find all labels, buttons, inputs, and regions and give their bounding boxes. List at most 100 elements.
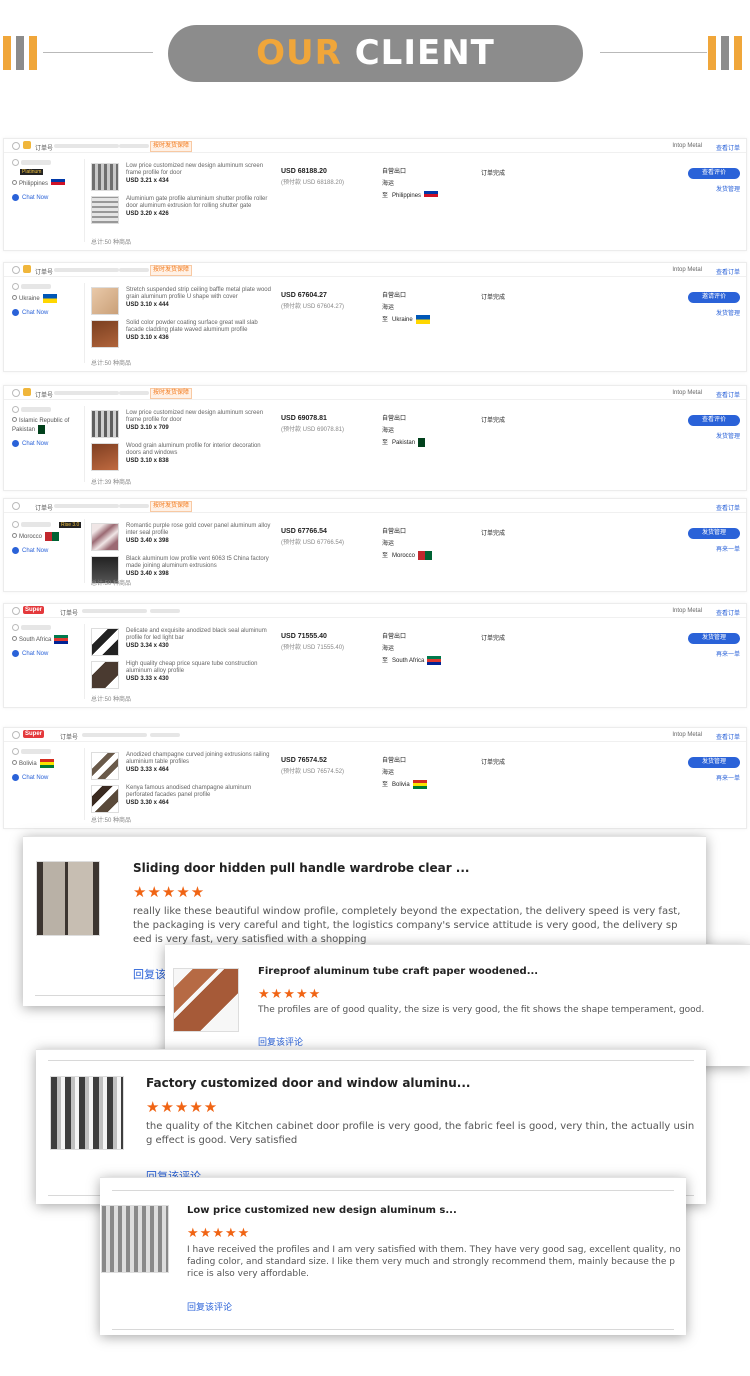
chat-now-link[interactable]: Chat Now	[12, 774, 82, 782]
primary-action-button[interactable]: 发货管理	[688, 528, 740, 539]
reply-review-link[interactable]: 回复该评论	[187, 1300, 232, 1313]
country-name: Bolivia	[19, 761, 37, 768]
order-status: 订单完成	[481, 418, 506, 424]
primary-action-button[interactable]: 发货管理	[688, 757, 740, 768]
select-order-checkbox[interactable]	[12, 266, 20, 274]
secondary-action-link[interactable]: 发货管理	[716, 184, 740, 193]
order-item: Solid color powder coating surface great…	[91, 320, 276, 350]
chat-now-link[interactable]: Chat Now	[12, 440, 82, 448]
review-product-image[interactable]	[173, 968, 239, 1032]
product-thumbnail[interactable]	[91, 287, 119, 315]
order-status: 订单完成	[481, 760, 506, 766]
shipping-method: 海运	[382, 428, 395, 434]
secondary-action-link[interactable]: 再来一单	[716, 649, 740, 658]
product-description[interactable]: Kenya famous anodised champagne aluminum…	[126, 785, 276, 799]
logistics-type: 自营出口	[382, 758, 407, 764]
product-thumbnail[interactable]	[91, 320, 119, 348]
product-description[interactable]: Romantic purple rose gold cover panel al…	[126, 523, 276, 537]
secondary-action-link[interactable]: 再来一单	[716, 544, 740, 553]
product-description[interactable]: Anodized champagne curved joining extrus…	[126, 752, 276, 766]
view-order-link[interactable]: 查看订单	[716, 390, 740, 399]
left-divider-line	[43, 52, 153, 53]
chat-now-link[interactable]: Chat Now	[12, 547, 82, 555]
primary-action-button[interactable]: 邀请评价	[688, 292, 740, 303]
review-product-title[interactable]: Factory customized door and window alumi…	[146, 1076, 470, 1090]
store-name-dropdown[interactable]: Intop Metal	[672, 608, 702, 614]
product-thumbnail[interactable]	[91, 628, 119, 656]
order-prepaid: (预付款 USD 71555.40)	[281, 645, 345, 651]
review-product-title[interactable]: Low price customized new design aluminum…	[187, 1205, 457, 1216]
store-name-dropdown[interactable]: Intop Metal	[672, 267, 702, 273]
product-thumbnail[interactable]	[91, 785, 119, 813]
product-thumbnail[interactable]	[91, 523, 119, 551]
product-description[interactable]: Solid color powder coating surface great…	[126, 320, 276, 334]
order-item: Stretch suspended strip ceiling baffle m…	[91, 287, 276, 317]
review-product-title[interactable]: Fireproof aluminum tube craft paper wood…	[258, 966, 538, 977]
product-price-quantity: USD 3.10 x 838	[126, 458, 169, 464]
review-product-image[interactable]	[101, 1205, 169, 1273]
product-description[interactable]: Low price customized new design aluminum…	[126, 163, 276, 177]
primary-action-button[interactable]: 发货管理	[688, 633, 740, 644]
view-order-link[interactable]: 查看订单	[716, 143, 740, 152]
product-description[interactable]: Wood grain aluminum profile for interior…	[126, 443, 276, 457]
select-order-checkbox[interactable]	[12, 731, 20, 739]
view-order-link[interactable]: 查看订单	[716, 732, 740, 741]
view-order-link[interactable]: 查看订单	[716, 267, 740, 276]
product-description[interactable]: Low price customized new design aluminum…	[126, 410, 276, 424]
store-name-dropdown[interactable]: Intop Metal	[672, 143, 702, 149]
destination-prefix: 至	[382, 193, 389, 199]
review-product-image[interactable]	[36, 861, 100, 936]
reply-review-link[interactable]: 回复该评论	[258, 1035, 303, 1048]
buyer-country: Ukraine	[12, 294, 82, 304]
chat-now-link[interactable]: Chat Now	[12, 650, 82, 658]
product-thumbnail[interactable]	[91, 443, 119, 471]
chat-icon	[12, 774, 19, 782]
logistics-type: 自营出口	[382, 169, 407, 175]
product-thumbnail[interactable]	[91, 661, 119, 689]
logistics-info: 自营出口 海运至 Ukraine	[382, 290, 430, 326]
chat-now-label: Chat Now	[22, 650, 49, 657]
review-text-line: really like these beautiful window profi…	[133, 906, 681, 917]
select-order-checkbox[interactable]	[12, 502, 20, 510]
review-star-rating: ★★★★★	[258, 986, 322, 1001]
destination-prefix: 至	[382, 658, 389, 664]
logistics-type: 自营出口	[382, 293, 407, 299]
product-description[interactable]: Aluminium gate profile aluminium shutter…	[126, 196, 276, 210]
buyer-country: Islamic Republic of Pakistan	[12, 417, 82, 435]
product-thumbnail[interactable]	[91, 752, 119, 780]
secondary-action-link[interactable]: 发货管理	[716, 431, 740, 440]
select-order-checkbox[interactable]	[12, 142, 20, 150]
product-description[interactable]: Stretch suspended strip ceiling baffle m…	[126, 287, 276, 301]
view-order-link[interactable]: 查看订单	[716, 503, 740, 512]
product-thumbnail[interactable]	[91, 410, 119, 438]
column-divider	[84, 624, 85, 699]
order-header: Super 订单号 Intop Metal 查看订单	[4, 604, 746, 618]
destination: 至 South Africa	[382, 655, 442, 667]
product-thumbnail[interactable]	[91, 163, 119, 191]
review-text-line: I have received the profiles and I am ve…	[187, 1245, 681, 1255]
primary-action-button[interactable]: 查看评价	[688, 168, 740, 179]
review-product-image[interactable]	[50, 1076, 124, 1150]
store-name-dropdown[interactable]: Intop Metal	[672, 390, 702, 396]
destination: 至 Philippines	[382, 190, 439, 202]
product-description[interactable]: High quality cheap price square tube con…	[126, 661, 276, 675]
select-order-checkbox[interactable]	[12, 607, 20, 615]
secondary-action-link[interactable]: 发货管理	[716, 308, 740, 317]
order-prepaid: (预付款 USD 67766.54)	[281, 540, 345, 546]
product-description[interactable]: Black aluminum low profile vent 6063 t5 …	[126, 556, 276, 570]
review-product-title[interactable]: Sliding door hidden pull handle wardrobe…	[133, 861, 470, 875]
select-order-checkbox[interactable]	[12, 389, 20, 397]
view-order-link[interactable]: 查看订单	[716, 608, 740, 617]
product-description[interactable]: Delicate and exquisite anodized black se…	[126, 628, 276, 642]
buyer-country: Bolivia	[12, 759, 82, 769]
secondary-action-link[interactable]: 再来一单	[716, 773, 740, 782]
product-thumbnail[interactable]	[91, 196, 119, 224]
shipping-method: 海运	[382, 541, 395, 547]
store-name-dropdown[interactable]: Intop Metal	[672, 732, 702, 738]
chat-now-link[interactable]: Chat Now	[12, 309, 82, 317]
order-card: 订单号 按时发货保障 Intop Metal 查看订单 Islamic Republic…	[3, 385, 747, 491]
chat-now-link[interactable]: Chat Now	[12, 194, 82, 202]
location-pin-icon	[12, 533, 17, 539]
primary-action-button[interactable]: 查看评价	[688, 415, 740, 426]
order-header: 订单号 按时发货保障 Intop Metal 查看订单	[4, 386, 746, 400]
